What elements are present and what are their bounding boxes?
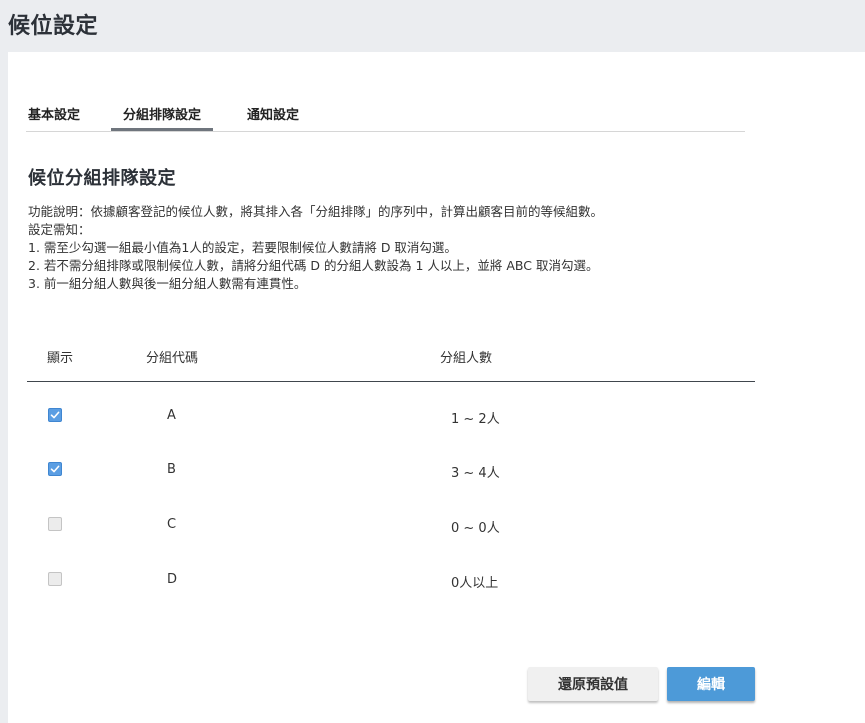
checkmark-icon <box>50 411 60 419</box>
page-header: 候位設定 <box>0 0 865 50</box>
table-row: C 0 ~ 0人 <box>27 517 755 571</box>
tab-notification-settings[interactable]: 通知設定 <box>247 104 299 130</box>
description-line: 2. 若不需分組排隊或限制候位人數，請將分組代碼 D 的分組人數設為 1 人以上… <box>28 258 599 273</box>
group-range: 0 ~ 0人 <box>451 521 500 536</box>
group-range: 1 ~ 2人 <box>451 412 500 427</box>
tab-group-queue-settings[interactable]: 分組排隊設定 <box>110 104 214 131</box>
description-line: 功能說明：依據顧客登記的候位人數，將其排入各「分組排隊」的序列中，計算出顧客目前… <box>28 204 604 219</box>
description-line: 3. 前一組分組人數與後一組分組人數需有連貫性。 <box>28 276 307 291</box>
description-line: 設定需知： <box>28 222 91 237</box>
group-code: B <box>167 462 176 477</box>
show-checkbox[interactable] <box>48 408 62 422</box>
description: 功能說明：依據顧客登記的候位人數，將其排入各「分組排隊」的序列中，計算出顧客目前… <box>28 203 603 293</box>
edit-button[interactable]: 編輯 <box>667 667 755 701</box>
page-title: 候位設定 <box>8 14 99 39</box>
checkmark-icon <box>50 465 60 473</box>
group-range: 0人以上 <box>451 576 499 591</box>
table-row: A 1 ~ 2人 <box>27 408 755 462</box>
header-group-code: 分組代碼 <box>146 351 199 366</box>
show-checkbox[interactable] <box>48 517 62 531</box>
tab-bar: 基本設定 分組排隊設定 通知設定 <box>26 100 745 132</box>
table-row: B 3 ~ 4人 <box>27 462 755 516</box>
header-group-count: 分組人數 <box>440 351 493 366</box>
tab-basic-settings[interactable]: 基本設定 <box>28 104 80 130</box>
group-code: C <box>167 517 177 532</box>
group-code: D <box>167 572 178 587</box>
settings-panel: 基本設定 分組排隊設定 通知設定 候位分組排隊設定 功能說明：依據顧客登記的候位… <box>8 52 865 723</box>
description-line: 1. 需至少勾選一組最小值為1人的設定，若要限制候位人數請將 D 取消勾選。 <box>28 240 457 255</box>
table-row: D 0人以上 <box>27 572 755 626</box>
show-checkbox[interactable] <box>48 462 62 476</box>
reset-defaults-button[interactable]: 還原預設值 <box>528 667 658 701</box>
table-header: 顯示 分組代碼 分組人數 <box>27 332 755 382</box>
show-checkbox[interactable] <box>48 572 62 586</box>
header-show: 顯示 <box>47 351 74 366</box>
group-range: 3 ~ 4人 <box>451 466 500 481</box>
section-title: 候位分組排隊設定 <box>28 168 176 189</box>
group-code: A <box>167 408 176 423</box>
